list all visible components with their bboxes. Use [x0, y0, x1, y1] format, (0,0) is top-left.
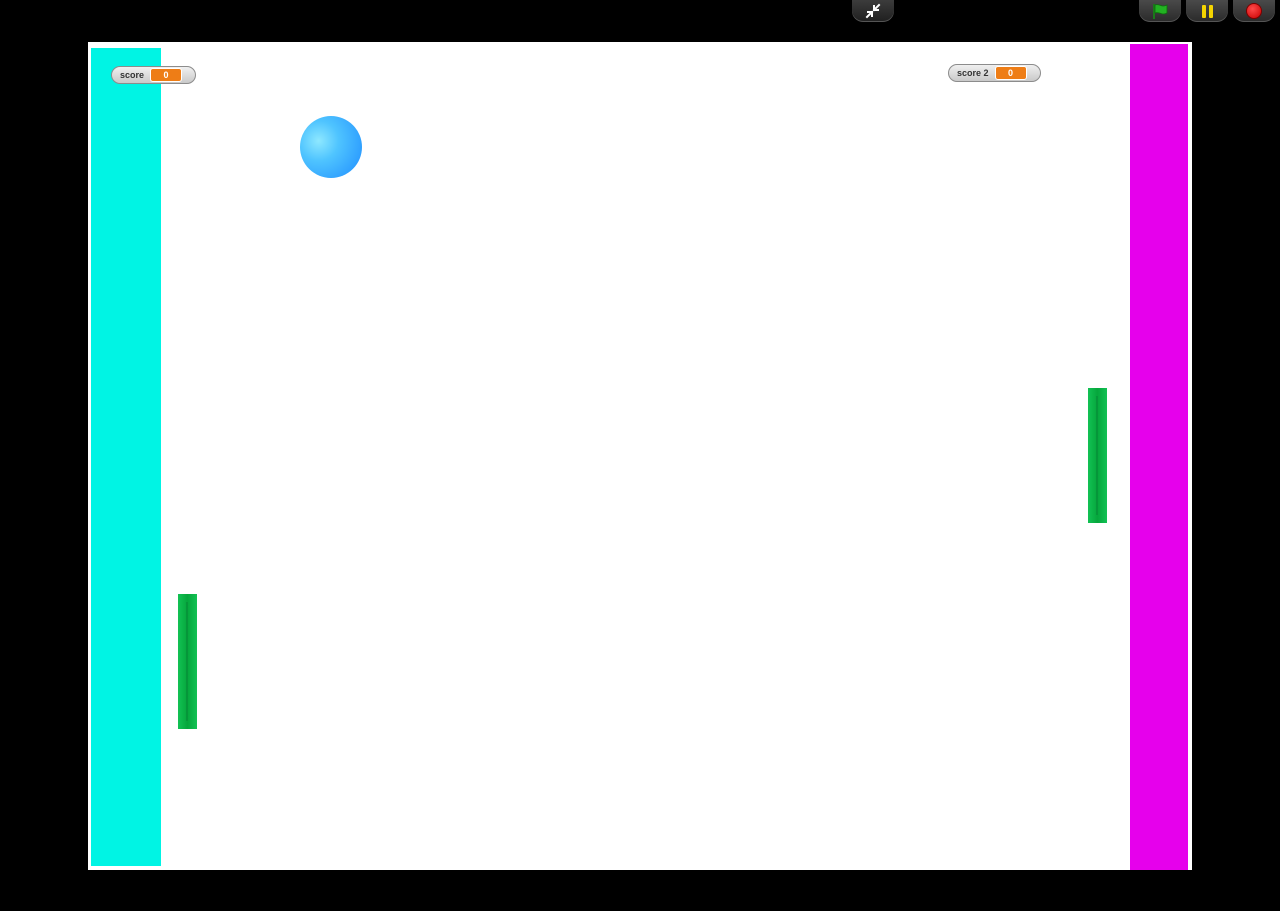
- game-stage[interactable]: score 0 score 2 0: [88, 42, 1192, 870]
- stop-icon: [1246, 3, 1262, 19]
- left-paddle[interactable]: [178, 594, 197, 729]
- score2-label: score 2: [957, 68, 989, 78]
- green-flag-button[interactable]: [1139, 0, 1181, 22]
- shrink-arrows-icon: [865, 3, 881, 19]
- stop-button[interactable]: [1233, 0, 1275, 22]
- exit-fullscreen-button[interactable]: [852, 0, 894, 22]
- score-label: score: [120, 70, 145, 80]
- score2-value: 0: [994, 66, 1027, 80]
- pause-icon: [1201, 4, 1213, 18]
- green-flag-icon: [1153, 4, 1168, 19]
- right-paddle[interactable]: [1088, 388, 1107, 523]
- pause-button[interactable]: [1186, 0, 1228, 22]
- right-wall: [1130, 44, 1188, 870]
- ball: [300, 116, 362, 178]
- score-monitor[interactable]: score 0: [111, 66, 196, 84]
- stage-player: score 0 score 2 0: [0, 0, 1280, 911]
- left-wall: [91, 48, 161, 866]
- score2-monitor[interactable]: score 2 0: [948, 64, 1041, 82]
- score-value: 0: [150, 68, 183, 82]
